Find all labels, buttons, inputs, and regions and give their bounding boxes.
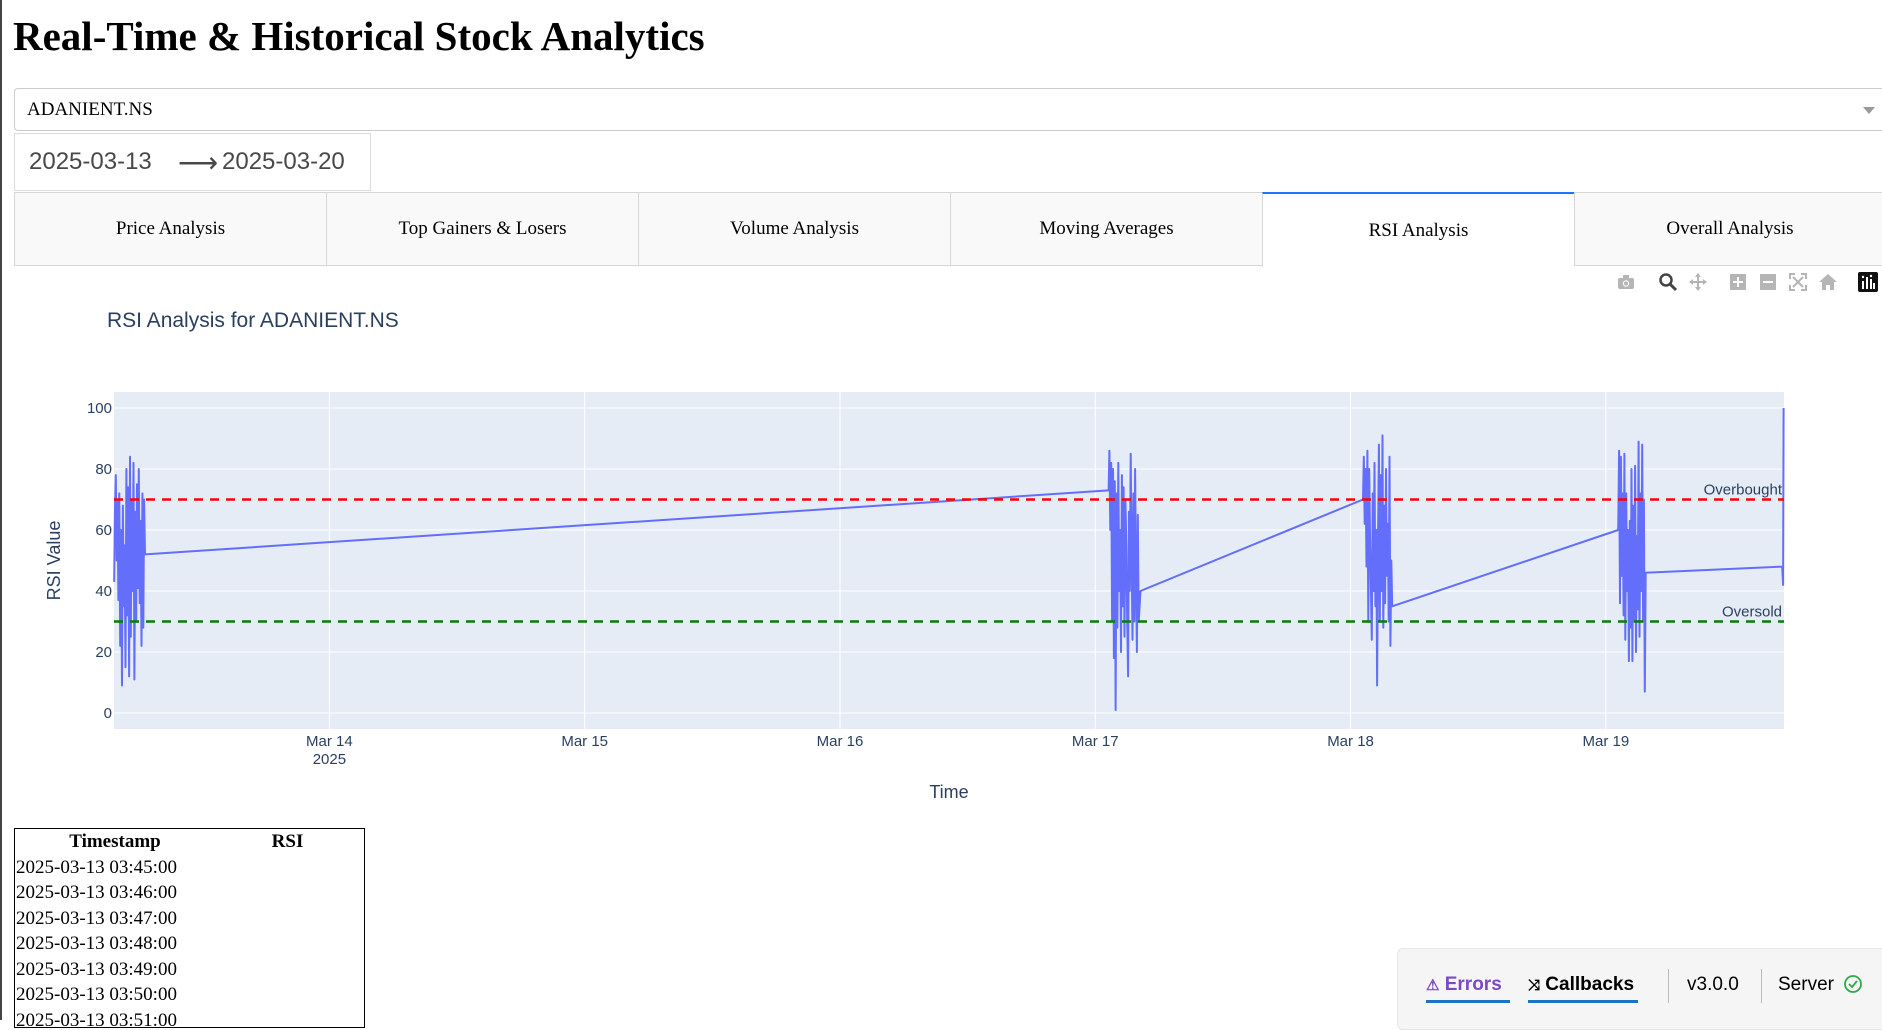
timestamp-cell: 2025-03-13 03:51:00 [16, 1009, 177, 1028]
table-row: 2025-03-13 03:51:00 [15, 1008, 360, 1028]
y-axis-title: RSI Value [44, 521, 64, 601]
check-circle-icon [1844, 975, 1863, 993]
warning-icon: ⚠ [1426, 977, 1440, 994]
rsi-cell [215, 957, 360, 983]
dash-debug-menu: ⚠ Errors ⤨ Callbacks v3.0.0 Server [1397, 948, 1882, 1030]
callbacks-label: Callbacks [1545, 974, 1635, 995]
divider [1668, 969, 1669, 1003]
x-axis-title: Time [929, 782, 968, 802]
table-row: 2025-03-13 03:46:00 [15, 881, 360, 907]
errors-button[interactable]: ⚠ Errors [1426, 974, 1510, 1003]
rsi-table-container: Timestamp RSI 2025-03-13 03:45:00 2025-0… [14, 828, 365, 1028]
timestamp-cell: 2025-03-13 03:50:00 [16, 984, 177, 1006]
timestamp-cell: 2025-03-13 03:47:00 [16, 907, 177, 929]
rsi-cell [215, 881, 360, 907]
column-header-timestamp: Timestamp [69, 831, 161, 852]
rsi-cell [215, 983, 360, 1009]
rsi-cell [215, 932, 360, 958]
timestamp-cell: 2025-03-13 03:48:00 [16, 933, 177, 955]
column-header-rsi: RSI [271, 831, 304, 852]
table-row: 2025-03-13 03:50:00 [15, 983, 360, 1009]
y-tick-label: 100 [87, 400, 112, 417]
timestamp-cell: 2025-03-13 03:45:00 [16, 856, 177, 878]
y-tick-label: 20 [95, 644, 112, 661]
x-tick-label: Mar 18 [1327, 733, 1374, 750]
table-row: 2025-03-13 03:49:00 [15, 957, 360, 983]
oversold-label: Oversold [1722, 604, 1782, 621]
rsi-cell [215, 906, 360, 932]
rsi-cell [215, 1008, 360, 1027]
callbacks-button[interactable]: ⤨ Callbacks [1528, 974, 1639, 1003]
x-tick-label: Mar 15 [561, 733, 608, 750]
y-tick-label: 0 [104, 705, 112, 722]
y-tick-label: 60 [95, 522, 112, 539]
x-tick-label: Mar 17 [1072, 733, 1119, 750]
rsi-cell [215, 855, 360, 881]
table-row: 2025-03-13 03:48:00 [15, 932, 360, 958]
rsi-chart[interactable]: 0 20 40 60 80 100 Mar 142025 Mar 15 Mar 16 Mar 17… [2, 0, 1882, 830]
errors-label: Errors [1444, 974, 1502, 995]
divider [1761, 969, 1762, 1003]
x-tick-label: Mar 16 [817, 733, 864, 750]
plot-area [114, 392, 1784, 729]
timestamp-cell: 2025-03-13 03:46:00 [16, 882, 177, 904]
version-label: v3.0.0 [1687, 974, 1739, 995]
x-tick-label: Mar 19 [1582, 733, 1629, 750]
x-tick-sublabel: 2025 [313, 751, 346, 768]
overbought-label: Overbought [1704, 482, 1783, 499]
timestamp-cell: 2025-03-13 03:49:00 [16, 958, 177, 980]
y-tick-label: 40 [95, 583, 112, 600]
table-row: 2025-03-13 03:45:00 [15, 855, 360, 881]
rsi-table: Timestamp RSI 2025-03-13 03:45:00 2025-0… [15, 829, 360, 1028]
x-tick-label: Mar 14 [306, 733, 353, 750]
callbacks-icon: ⤨ [1528, 977, 1541, 994]
y-tick-label: 80 [95, 461, 112, 478]
server-label: Server [1778, 974, 1834, 995]
table-row: 2025-03-13 03:47:00 [15, 906, 360, 932]
server-status[interactable]: Server [1778, 974, 1863, 996]
